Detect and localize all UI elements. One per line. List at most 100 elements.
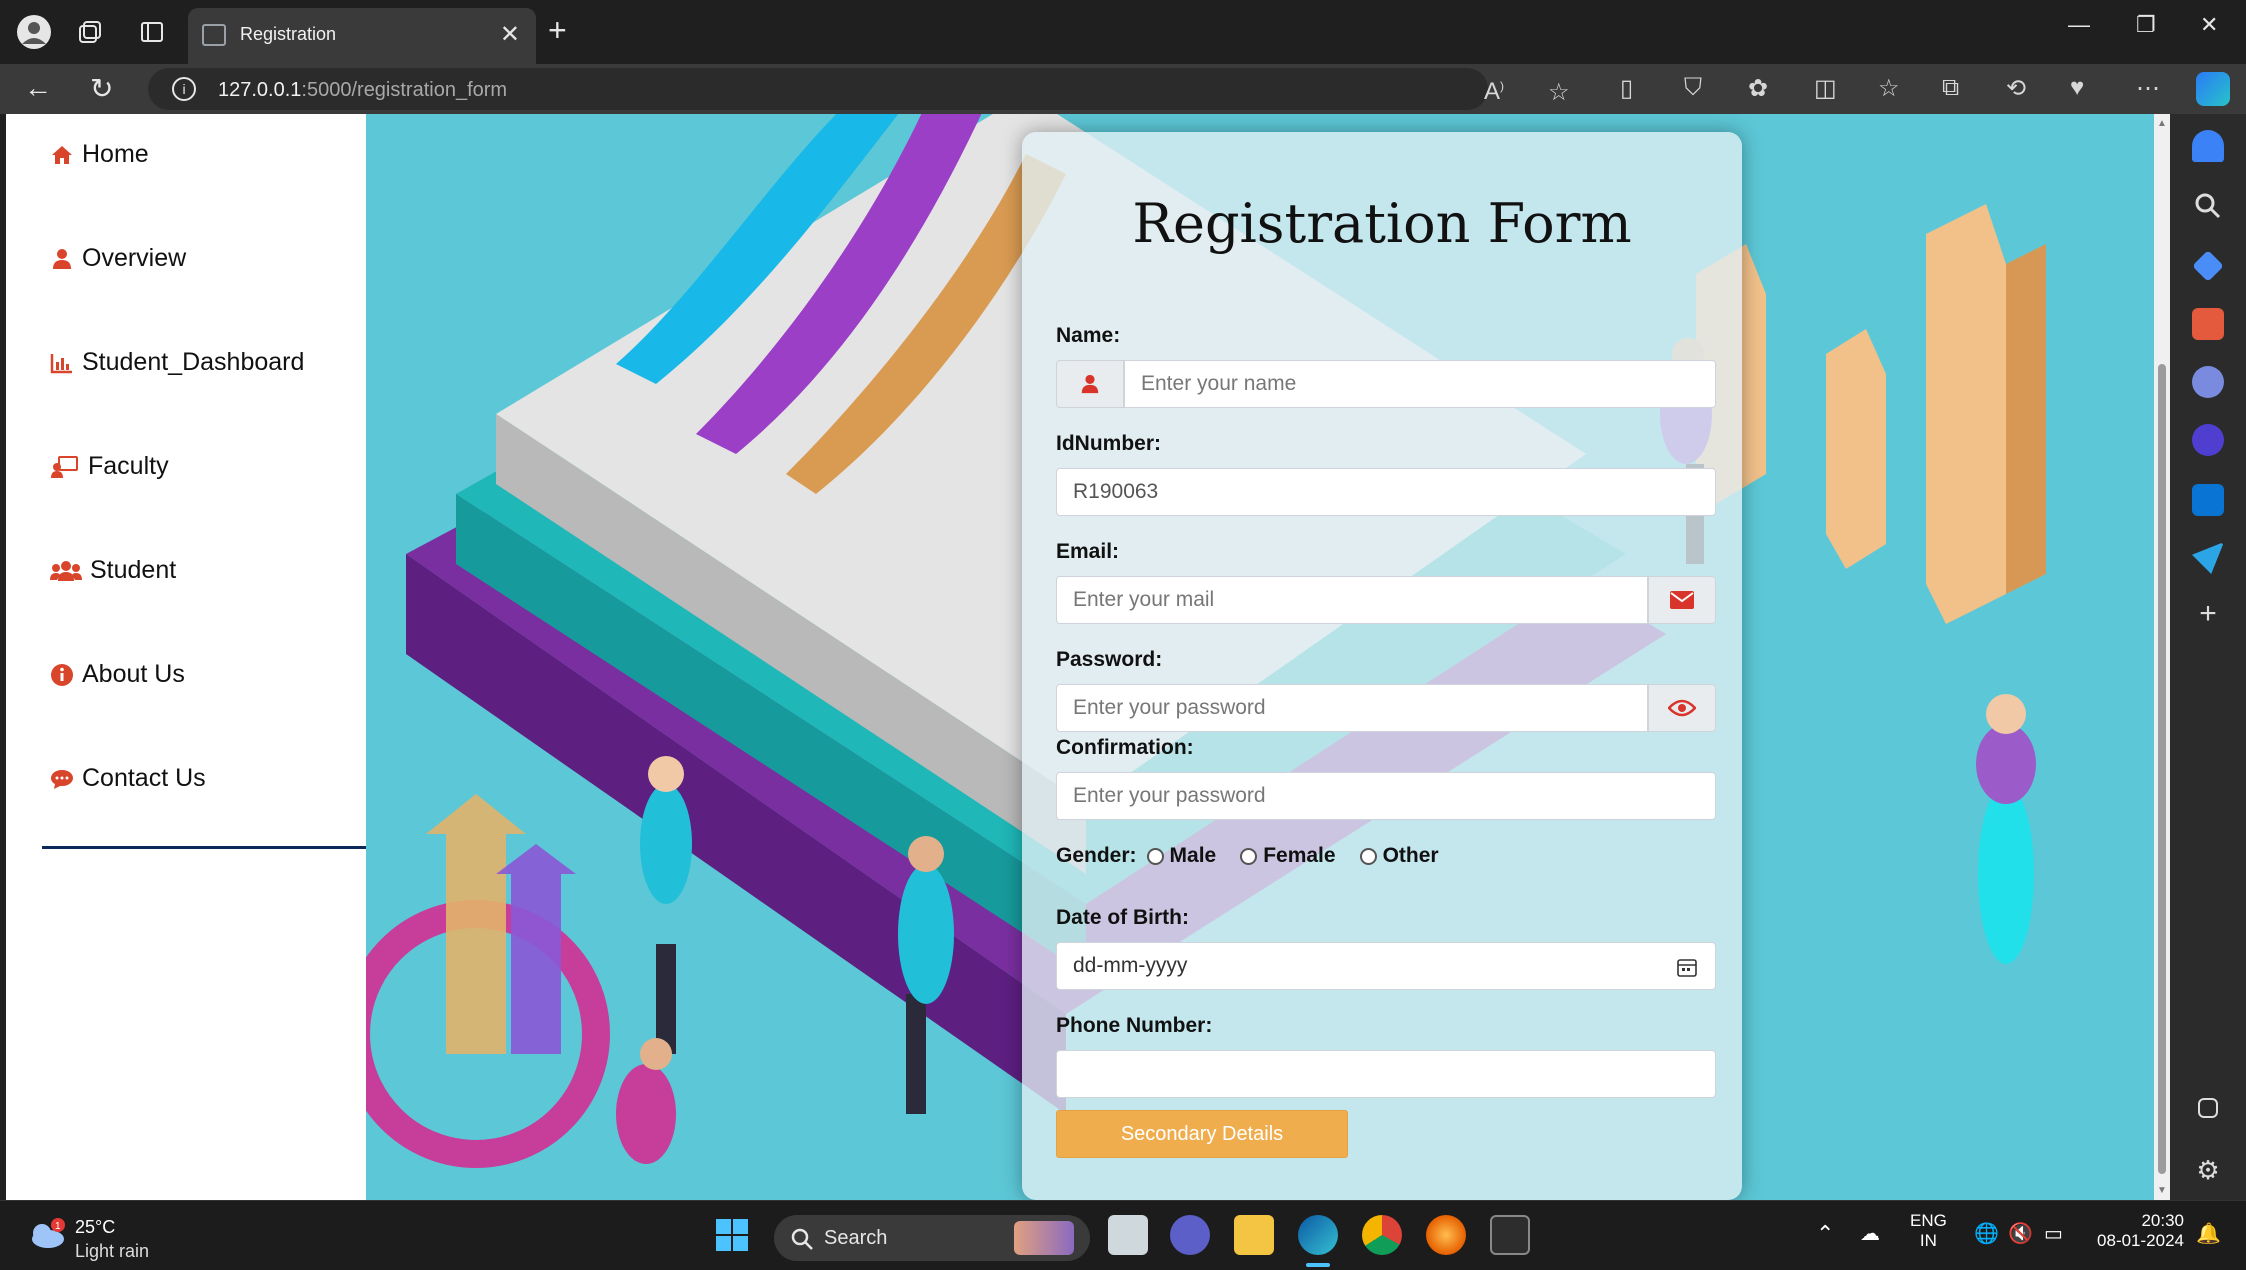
restore-icon[interactable]: ❐ <box>2136 12 2156 38</box>
nav-item-home[interactable]: Home <box>50 140 149 169</box>
password-input[interactable]: Enter your password <box>1056 684 1648 732</box>
email-input[interactable]: Enter your mail <box>1056 576 1648 624</box>
add-sidebar-app-icon[interactable]: + <box>2192 598 2224 630</box>
show-hidden-icons-chevron-icon[interactable]: ⌃ <box>1816 1221 1834 1247</box>
extensions-icon[interactable]: ✿ <box>1748 74 1768 103</box>
refresh-icon[interactable]: ↻ <box>90 72 113 105</box>
history-icon[interactable]: ⟲ <box>2006 74 2026 103</box>
gender-radio-other[interactable] <box>1359 847 1377 865</box>
app-available-icon[interactable]: ▯ <box>1620 74 1633 103</box>
gender-radio-male[interactable] <box>1146 847 1164 865</box>
page-scrollbar[interactable]: ▲ ▼ <box>2154 114 2170 1200</box>
chrome-icon[interactable] <box>1362 1215 1402 1255</box>
close-window-icon[interactable]: ✕ <box>2200 12 2218 38</box>
file-explorer-icon[interactable] <box>1234 1215 1274 1255</box>
weather-temperature: 25°C <box>75 1217 116 1237</box>
calendar-icon[interactable] <box>1677 957 1697 977</box>
copilot-icon[interactable] <box>2196 72 2230 106</box>
language-indicator[interactable]: ENG IN <box>1910 1211 1947 1251</box>
address-bar[interactable]: i 127.0.0.1:5000/registration_form A) ☆ <box>148 68 1570 110</box>
name-input[interactable]: Enter your name <box>1124 360 1716 408</box>
minimize-icon[interactable]: — <box>2068 12 2090 38</box>
close-tab-icon[interactable]: ✕ <box>500 20 520 49</box>
users-icon <box>50 560 82 581</box>
nav-item-student-dashboard[interactable]: Student_Dashboard <box>50 348 304 377</box>
url-text[interactable]: 127.0.0.1:5000/registration_form <box>218 79 507 102</box>
phone-input[interactable] <box>1056 1050 1716 1098</box>
read-aloud-icon[interactable]: A) <box>1484 78 1504 106</box>
onedrive-icon[interactable]: ☁ <box>1860 1221 1880 1246</box>
dob-input[interactable]: dd-mm-yyyy <box>1056 942 1716 990</box>
gender-radio-female[interactable] <box>1240 847 1258 865</box>
nav-label-student-dashboard: Student_Dashboard <box>82 348 305 376</box>
outlook-icon[interactable] <box>2192 484 2224 516</box>
tab-registration[interactable]: Registration ✕ <box>188 8 536 64</box>
nav-item-faculty[interactable]: Faculty <box>50 452 169 481</box>
nav-item-student[interactable]: Student <box>50 556 176 585</box>
name-label: Name: <box>1056 324 1121 347</box>
copilot-designer-icon[interactable] <box>2192 424 2224 456</box>
start-button[interactable] <box>712 1215 752 1255</box>
svg-text:1: 1 <box>55 1221 61 1232</box>
hide-sidebar-icon[interactable] <box>2198 1098 2218 1118</box>
home-icon <box>52 145 72 164</box>
scrollbar-thumb[interactable] <box>2158 364 2166 1174</box>
name-addon <box>1056 360 1124 408</box>
left-navigation: Home Overview Student_Dashboard Faculty … <box>6 114 366 1200</box>
windows-taskbar: 1 25°C Light rain Search ⌃ ☁ ENG IN 🌐 🔇 … <box>0 1200 2246 1270</box>
scroll-up-icon[interactable]: ▲ <box>2157 118 2167 129</box>
split-screen-icon[interactable]: ◫ <box>1814 74 1837 103</box>
collections-icon[interactable]: ⧉ <box>1942 74 1959 102</box>
task-view-icon[interactable] <box>1108 1215 1148 1255</box>
weather-icon[interactable]: 1 <box>28 1217 68 1249</box>
tab-actions-icon[interactable] <box>134 14 170 50</box>
terminal-icon[interactable] <box>1490 1215 1530 1255</box>
site-info-icon[interactable]: i <box>172 77 196 101</box>
page-favicon-icon <box>202 24 226 46</box>
nav-label-overview: Overview <box>82 244 187 272</box>
network-icon[interactable]: 🌐 <box>1974 1221 1999 1246</box>
teacher-icon <box>51 455 78 478</box>
nav-item-contact-us[interactable]: Contact Us <box>50 764 206 793</box>
edge-browser-icon[interactable] <box>1298 1215 1338 1255</box>
more-menu-icon[interactable]: ⋯ <box>2136 74 2160 103</box>
confirmation-input[interactable]: Enter your password <box>1056 772 1716 820</box>
favorites-icon[interactable]: ☆ <box>1878 74 1900 103</box>
phone-label: Phone Number: <box>1056 1014 1213 1037</box>
new-tab-icon[interactable]: + <box>548 12 567 49</box>
password-label: Password: <box>1056 648 1163 671</box>
teams-icon[interactable] <box>1170 1215 1210 1255</box>
notification-center-icon[interactable]: 🔔 <box>2196 1221 2221 1246</box>
gender-option-other: Other <box>1382 844 1439 867</box>
user-icon <box>53 248 71 269</box>
games-icon[interactable] <box>2192 366 2224 398</box>
clock[interactable]: 20:30 08-01-2024 <box>2090 1211 2184 1251</box>
taskbar-search[interactable]: Search <box>774 1215 1090 1261</box>
profile-icon[interactable] <box>16 14 52 50</box>
idnumber-input[interactable]: R190063 <box>1056 468 1716 516</box>
back-icon[interactable]: ← <box>24 72 52 104</box>
nav-item-overview[interactable]: Overview <box>50 244 186 273</box>
battery-icon[interactable]: ▭ <box>2044 1221 2063 1246</box>
scroll-down-icon[interactable]: ▼ <box>2157 1185 2167 1196</box>
edge-sidebar: + ⚙ <box>2170 114 2246 1200</box>
nav-item-about-us[interactable]: About Us <box>50 660 185 689</box>
nav-divider <box>42 846 366 849</box>
shield-icon[interactable]: ⛉ <box>1684 74 1702 102</box>
nav-label-faculty: Faculty <box>88 452 169 480</box>
firefox-icon[interactable] <box>1426 1215 1466 1255</box>
search-highlight-icon <box>1014 1221 1074 1255</box>
tools-briefcase-icon[interactable] <box>2192 308 2224 340</box>
browser-essentials-icon[interactable]: ♥ <box>2070 74 2084 102</box>
volume-muted-icon[interactable]: 🔇 <box>2008 1221 2033 1246</box>
toggle-password-visibility[interactable] <box>1648 684 1716 732</box>
browser-tab-bar: Registration ✕ + — ❐ ✕ <box>0 0 2246 64</box>
send-icon[interactable] <box>2192 542 2224 574</box>
workspaces-icon[interactable] <box>72 14 108 50</box>
search-sidebar-icon[interactable] <box>2192 190 2224 222</box>
shopping-tag-icon[interactable] <box>2192 250 2224 282</box>
secondary-details-button[interactable]: Secondary Details <box>1056 1110 1348 1158</box>
sidebar-settings-icon[interactable]: ⚙ <box>2192 1154 2224 1186</box>
notifications-icon[interactable] <box>2192 130 2224 162</box>
favorite-star-icon[interactable]: ☆ <box>1548 78 1570 107</box>
